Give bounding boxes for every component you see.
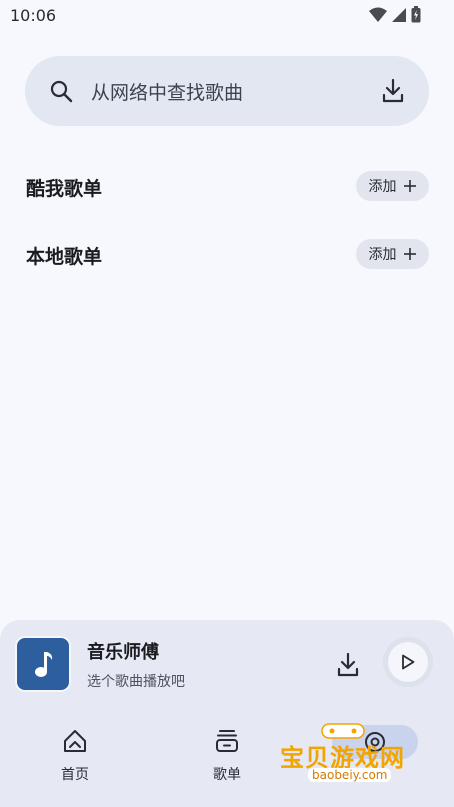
track-subtitle: 选个歌曲播放吧	[87, 674, 185, 690]
download-icon[interactable]	[336, 652, 360, 678]
music-note-icon	[35, 652, 53, 677]
play-button[interactable]	[383, 637, 433, 687]
status-time: 10:06	[10, 6, 57, 25]
plus-icon	[403, 248, 416, 260]
search-icon[interactable]	[49, 79, 73, 103]
playlist-icon	[216, 730, 238, 752]
watermark-logo: 宝贝游戏网 baobeiy.com	[278, 722, 418, 802]
play-icon	[402, 654, 415, 670]
section-title: 本地歌单	[26, 246, 103, 268]
track-title: 音乐师傅	[87, 642, 159, 663]
section-title: 酷我歌单	[26, 178, 103, 200]
nav-home[interactable]: 首页	[35, 728, 115, 784]
section-kuwo-playlists: 酷我歌单 添加	[26, 171, 429, 203]
add-local-playlist-button[interactable]: 添加	[356, 239, 429, 269]
download-icon[interactable]	[381, 78, 405, 104]
add-label: 添加	[368, 179, 397, 195]
add-label: 添加	[368, 247, 397, 263]
play-button-inner	[388, 642, 428, 682]
album-art[interactable]	[17, 638, 69, 690]
search-input[interactable]: 从网络中查找歌曲	[91, 78, 243, 105]
home-icon	[64, 730, 86, 752]
status-icons	[369, 6, 421, 23]
add-kuwo-playlist-button[interactable]: 添加	[356, 171, 429, 201]
search-bar[interactable]: 从网络中查找歌曲	[25, 56, 429, 126]
signal-icon	[392, 7, 406, 22]
battery-icon	[411, 6, 421, 23]
nav-label-playlists: 歌单	[213, 767, 241, 783]
watermark-text-en: baobeiy.com	[308, 768, 392, 782]
nav-playlists[interactable]: 歌单	[187, 728, 267, 784]
status-bar: 10:06	[0, 0, 454, 30]
mini-player[interactable]: 音乐师傅 选个歌曲播放吧	[0, 620, 454, 710]
plus-icon	[403, 180, 416, 192]
nav-label-home: 首页	[61, 767, 89, 783]
section-local-playlists: 本地歌单 添加	[26, 239, 429, 271]
wifi-icon	[369, 7, 387, 22]
